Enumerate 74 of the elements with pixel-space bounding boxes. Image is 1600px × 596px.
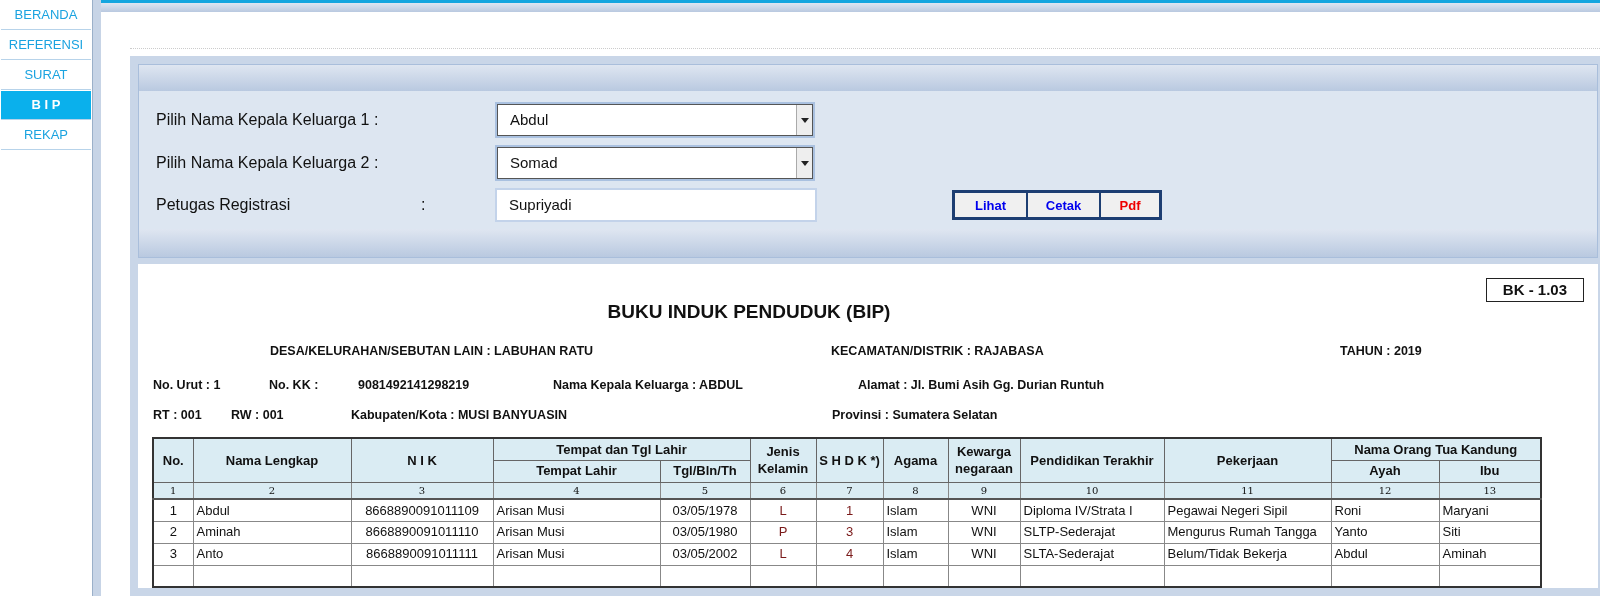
table-cell: WNI xyxy=(948,499,1020,521)
table-cell: L xyxy=(750,543,816,565)
column-header: Agama xyxy=(883,438,948,482)
action-button[interactable]: Cetak xyxy=(1028,193,1099,218)
table-cell: Aminah xyxy=(193,521,351,543)
report-title: BUKU INDUK PENDUDUK (BIP) xyxy=(607,300,892,325)
table-cell: Abdul xyxy=(193,499,351,521)
table-cell: 3 xyxy=(816,521,883,543)
text-field[interactable]: Supriyadi xyxy=(495,188,817,223)
info-text: Kabupaten/Kota : MUSI BANYUASIN xyxy=(351,407,568,425)
table-cell: Pegawai Negeri Sipil xyxy=(1164,499,1331,521)
column-header: Tempat Lahir xyxy=(493,460,660,482)
table-cell: 1 xyxy=(153,499,193,521)
dropdown-value: Somad xyxy=(510,153,558,173)
column-header: Pekerjaan xyxy=(1164,438,1331,482)
column-header: No. xyxy=(153,438,193,482)
table-cell: P xyxy=(750,521,816,543)
table-cell: Arisan Musi xyxy=(493,521,660,543)
table-cell: 1 xyxy=(816,499,883,521)
table-cell: Belum/Tidak Bekerja xyxy=(1164,543,1331,565)
table-cell: Arisan Musi xyxy=(493,543,660,565)
table-cell: Diploma IV/Strata I xyxy=(1020,499,1164,521)
table-cell: 8668890091011109 xyxy=(351,499,493,521)
dropdown-value: Abdul xyxy=(510,110,549,130)
form-code: BK - 1.03 xyxy=(1485,278,1584,303)
info-text: 9081492141298219 xyxy=(358,376,471,394)
table-cell: WNI xyxy=(948,543,1020,565)
dropdown[interactable]: Abdul xyxy=(495,102,815,139)
table-cell: Islam xyxy=(883,499,948,521)
table-cell: 03/05/2002 xyxy=(660,543,750,565)
field-label: Petugas Registrasi xyxy=(156,195,292,216)
info-text: KECAMATAN/DISTRIK : RAJABASA xyxy=(831,342,1045,360)
table-cell: Abdul xyxy=(1331,543,1439,565)
table-cell: 3 xyxy=(153,543,193,565)
table-cell: Anto xyxy=(193,543,351,565)
table-cell: Islam xyxy=(883,521,948,543)
column-header: Tempat dan Tgl Lahir xyxy=(493,438,750,460)
action-button[interactable]: Lihat xyxy=(955,193,1026,218)
action-button[interactable]: Pdf xyxy=(1101,193,1159,218)
info-text: RW : 001 xyxy=(231,407,285,425)
info-text: Provinsi : Sumatera Selatan xyxy=(832,407,998,425)
colon: : xyxy=(421,195,427,216)
info-text: Nama Kepala Keluarga : ABDUL xyxy=(553,376,744,394)
table-cell: 03/05/1978 xyxy=(660,499,750,521)
table-cell: 8668890091011110 xyxy=(351,521,493,543)
column-header: S H D K *) xyxy=(816,438,883,482)
table-cell: Islam xyxy=(883,543,948,565)
table-cell: L xyxy=(750,499,816,521)
field-label: Pilih Nama Kepala Keluarga 2 : xyxy=(156,153,380,174)
column-header: Ayah xyxy=(1331,460,1439,482)
table-cell: 8668890091011111 xyxy=(351,543,493,565)
column-header: Nama Lengkap xyxy=(193,438,351,482)
table-cell: SLTP-Sederajat xyxy=(1020,521,1164,543)
table-cell: Mengurus Rumah Tangga xyxy=(1164,521,1331,543)
column-header: Kewarga negaraan xyxy=(948,438,1020,482)
sidebar-item[interactable]: B I P xyxy=(1,91,91,120)
table-cell: Yanto xyxy=(1331,521,1439,543)
info-text: No. KK : xyxy=(269,376,320,394)
table-cell: SLTA-Sederajat xyxy=(1020,543,1164,565)
table-cell: 2 xyxy=(153,521,193,543)
info-text: Alamat : Jl. Bumi Asih Gg. Durian Runtuh xyxy=(858,376,1105,394)
table-cell: 03/05/1980 xyxy=(660,521,750,543)
table-cell: Arisan Musi xyxy=(493,499,660,521)
dropdown[interactable]: Somad xyxy=(495,145,815,182)
column-header: Pendidikan Terakhir xyxy=(1020,438,1164,482)
column-header: N I K xyxy=(351,438,493,482)
table-cell: WNI xyxy=(948,521,1020,543)
info-text: DESA/KELURAHAN/SEBUTAN LAIN : LABUHAN RATU xyxy=(270,342,595,360)
table-cell: Roni xyxy=(1331,499,1439,521)
info-text: TAHUN : 2019 xyxy=(1340,342,1422,360)
field-label: Pilih Nama Kepala Keluarga 1 : xyxy=(156,110,380,131)
table-cell: 4 xyxy=(816,543,883,565)
info-text: RT : 001 xyxy=(153,407,203,425)
info-text: No. Urut : 1 xyxy=(153,376,222,394)
